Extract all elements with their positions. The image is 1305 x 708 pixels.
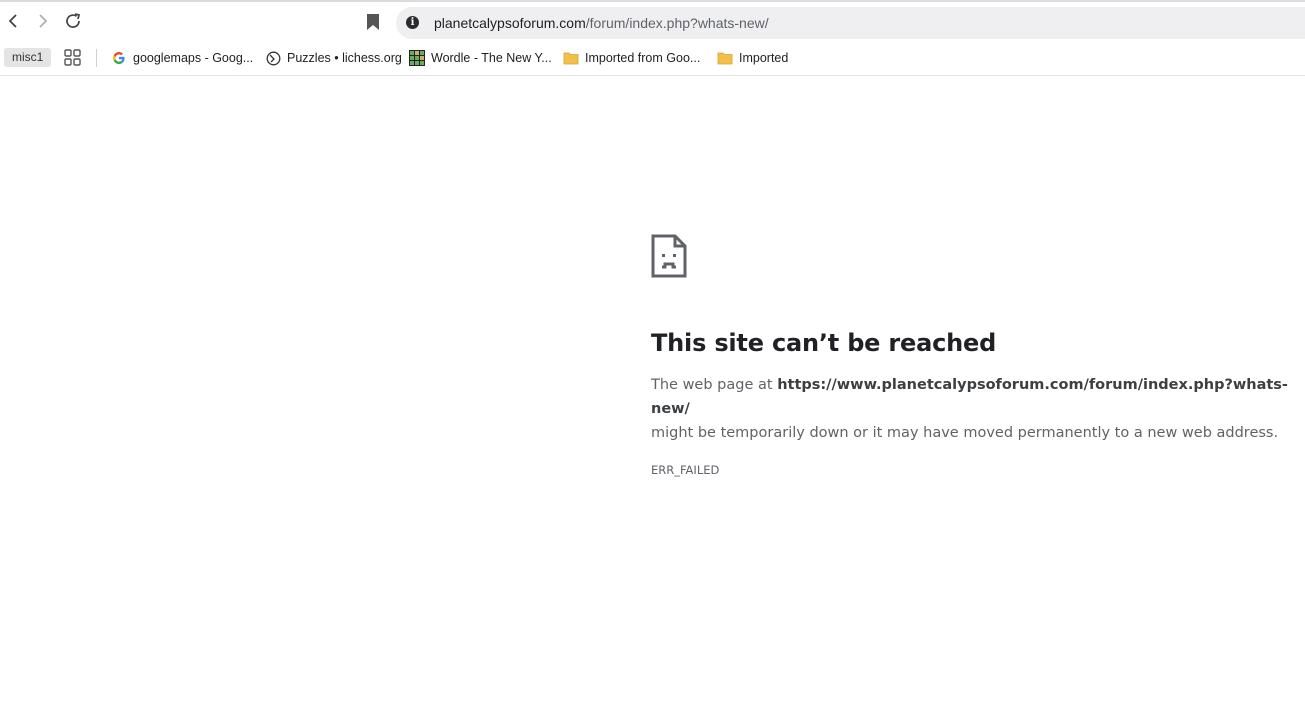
bookmark-label: Imported [739,51,789,65]
back-arrow-icon [8,14,17,28]
site-info-icon[interactable]: i [406,16,419,29]
bookmark-chip-misc1[interactable]: misc1 [4,48,52,67]
google-icon [111,50,127,66]
apps-grid-icon[interactable] [63,48,83,68]
lichess-icon [265,50,281,66]
error-desc-prefix: The web page at [651,377,778,393]
bookmark-page-button[interactable] [362,11,384,33]
url-host: planetcalypsoforum.com [434,15,586,31]
forward-button[interactable] [31,10,53,32]
back-button[interactable] [3,10,25,32]
forward-arrow-icon [39,14,48,28]
bookmark-label: Imported from Goo... [585,51,701,65]
reload-button[interactable] [62,10,84,32]
address-bar[interactable]: i planetcalypsoforum.com/forum/index.php… [396,7,1305,39]
bookmark-folder-imported-from-google[interactable]: Imported from Goo... [563,48,700,68]
error-title: This site can’t be reached [651,329,997,357]
bookmark-wordle[interactable]: Wordle - The New Y... [409,48,552,68]
folder-icon [563,50,579,66]
error-page-content: This site can’t be reached The web page … [651,234,1291,477]
url-path: /forum/index.php?whats-new/ [585,15,769,31]
error-desc-suffix: might be temporarily down or it may have… [651,425,1279,441]
browser-toolbar: i planetcalypsoforum.com/forum/index.php… [0,2,1305,42]
bookmark-folder-imported[interactable]: Imported [717,48,788,68]
wordle-icon [409,50,425,66]
bookmark-lichess-puzzles[interactable]: Puzzles • lichess.org [265,48,402,68]
sad-page-icon [651,234,687,278]
bookmark-icon [367,14,379,30]
bookmark-label: Puzzles • lichess.org [287,51,402,65]
error-code: ERR_FAILED [651,463,720,477]
address-bar-url[interactable]: planetcalypsoforum.com/forum/index.php?w… [434,15,769,31]
bookmarks-separator [96,49,97,67]
error-description: The web page at https://www.planetcalyps… [651,373,1291,445]
bookmark-label: Wordle - The New Y... [431,51,552,65]
bookmarks-bar: misc1 googlemaps - Goog... Puzzles • lic… [0,42,1305,76]
folder-icon [717,50,733,66]
bookmark-label: googlemaps - Goog... [133,51,254,65]
bookmark-googlemaps[interactable]: googlemaps - Goog... [111,48,253,68]
reload-icon [66,13,81,28]
